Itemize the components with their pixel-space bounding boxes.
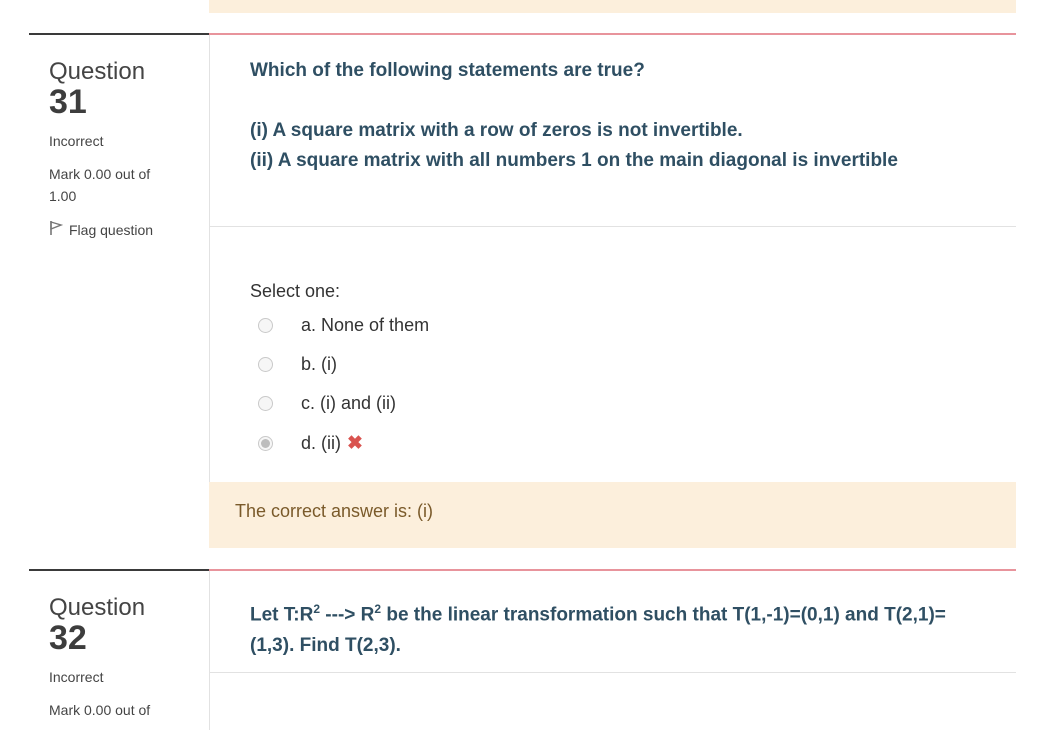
superscript-1: 2 bbox=[313, 602, 321, 616]
question-31-divider bbox=[29, 33, 209, 35]
option-c-label: c. (i) and (ii) bbox=[301, 393, 397, 413]
radio-option-a[interactable] bbox=[258, 318, 273, 333]
question-state: Incorrect bbox=[49, 133, 104, 149]
statement-1: (i) A square matrix with a row of zeros … bbox=[250, 120, 743, 141]
question-32-divider bbox=[29, 569, 209, 571]
question-answer-separator bbox=[209, 672, 1016, 673]
question-text: Which of the following statements are tr… bbox=[250, 60, 645, 81]
question-text: Let T:R2 ---> R2 be the linear transform… bbox=[250, 594, 990, 661]
previous-feedback-strip bbox=[209, 0, 1016, 13]
flag-question-button[interactable]: Flag question bbox=[49, 220, 153, 239]
question-label: Question bbox=[49, 58, 146, 85]
mark-line-1: Mark 0.00 out of bbox=[49, 702, 151, 718]
option-d[interactable]: d. (ii) ✖ bbox=[258, 432, 363, 455]
select-one-prompt: Select one: bbox=[250, 281, 341, 301]
flag-label: Flag question bbox=[69, 221, 154, 238]
option-a-label: a. None of them bbox=[301, 315, 430, 335]
option-a[interactable]: a. None of them bbox=[258, 315, 429, 336]
question-mark: Mark 0.00 out of bbox=[49, 699, 150, 721]
question-31-info: Question 31 bbox=[49, 58, 229, 121]
question-32-info: Question 32 bbox=[49, 594, 229, 657]
mark-line-2: 1.00 bbox=[49, 188, 77, 204]
question-31-content-rule bbox=[209, 33, 1016, 35]
question-state: Incorrect bbox=[49, 669, 104, 685]
radio-option-d[interactable] bbox=[258, 436, 273, 451]
question-label: Question bbox=[49, 594, 146, 621]
question-number: 32 bbox=[49, 619, 87, 657]
option-c[interactable]: c. (i) and (ii) bbox=[258, 393, 396, 414]
radio-option-b[interactable] bbox=[258, 357, 273, 372]
question-text-part-3: be the linear transformation such that T… bbox=[381, 604, 946, 626]
question-text-part-2: ---> R bbox=[320, 604, 375, 626]
question-32-content-rule bbox=[209, 569, 1016, 571]
question-answer-separator bbox=[209, 226, 1016, 227]
question-mark: Mark 0.00 out of 1.00 bbox=[49, 163, 150, 207]
radio-option-c[interactable] bbox=[258, 396, 273, 411]
mark-line-1: Mark 0.00 out of bbox=[49, 166, 151, 182]
option-b-label: b. (i) bbox=[301, 354, 337, 374]
correct-answer-feedback: The correct answer is: (i) bbox=[209, 482, 1016, 548]
option-d-label: d. (ii) bbox=[301, 433, 341, 453]
question-text-part-1: Let T:R bbox=[250, 604, 314, 626]
statement-2: (ii) A square matrix with all numbers 1 … bbox=[250, 150, 898, 171]
flag-icon bbox=[49, 220, 64, 239]
question-number: 31 bbox=[49, 83, 87, 121]
cross-icon: ✖ bbox=[347, 433, 363, 454]
correct-answer-text: The correct answer is: (i) bbox=[235, 501, 434, 521]
question-text-line-2: (1,3). Find T(2,3). bbox=[250, 635, 401, 657]
option-b[interactable]: b. (i) bbox=[258, 354, 337, 375]
radio-selected-dot bbox=[261, 439, 270, 448]
